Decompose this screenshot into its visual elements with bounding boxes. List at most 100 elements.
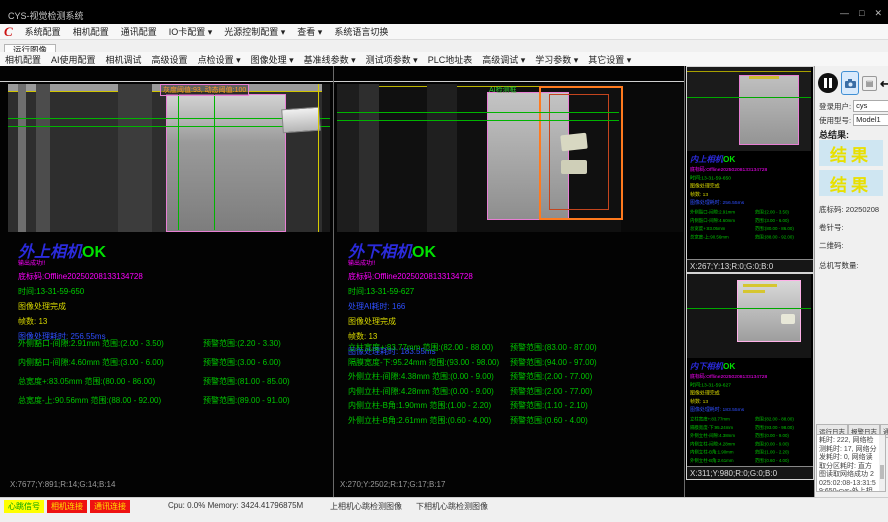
- measurement-value: 隔膜宽度-下:95.24mm 范围:(93.00 - 98.00): [348, 357, 510, 368]
- toolbar-item[interactable]: PLC地址表: [423, 53, 478, 66]
- toolbar-item[interactable]: 图像处理 ▾: [246, 53, 299, 66]
- close-button[interactable]: ✕: [874, 8, 882, 19]
- ai-time-line: 处理AI耗时: 166: [348, 301, 668, 312]
- minimize-button[interactable]: —: [840, 8, 849, 19]
- menu-item[interactable]: 系统语言切换: [328, 25, 394, 38]
- undo-button[interactable]: ↩: [880, 77, 888, 90]
- barcode-info: 底标码: 20250208: [819, 204, 879, 215]
- log-scrollbar[interactable]: [879, 435, 885, 491]
- divider: [0, 81, 684, 82]
- scrollbar-thumb[interactable]: [880, 465, 884, 479]
- mini-info-line: 时间:13-31-59-650: [690, 174, 810, 181]
- status-badge: 心跳信号: [4, 500, 44, 513]
- toolbar-item[interactable]: 学习参数 ▾: [530, 53, 583, 66]
- measurement-row: 外侧立柱-间隙:4.38mm 范围:(0.00 - 9.00) 预警范围:(2.…: [348, 371, 597, 382]
- measure-line: [687, 97, 811, 98]
- upper-camera-heartbeat-link[interactable]: 上相机心跳检测图像: [330, 501, 402, 512]
- count-label: 总机写数量:: [819, 260, 859, 271]
- image-artifact: [118, 84, 152, 232]
- maximize-button[interactable]: □: [859, 8, 864, 19]
- snapshot-button[interactable]: ▤: [862, 76, 877, 91]
- warning-range: 预警范围:(3.00 - 6.00): [203, 357, 281, 368]
- menu-item[interactable]: 系统配置: [19, 25, 67, 38]
- measurement-row: 内侧立柱-间隙:4.28mm 范围:(0.00 - 9.00): [690, 441, 810, 447]
- measurement-row: 外侧豁口-间隙:2.91mm 范围:(2.00 - 3.50): [690, 209, 810, 215]
- camera-view-inner-lower[interactable]: 内下相机OK 底标码:Offline20250208133134728时间:13…: [686, 273, 814, 480]
- camera-view-outer-upper[interactable]: 灰度阈值:93, 动态阈值:100: [8, 84, 330, 232]
- toolbar-item[interactable]: 高级调试 ▾: [477, 53, 530, 66]
- overlay-text-mark: [749, 76, 779, 79]
- toolbar-item[interactable]: 相机配置: [0, 53, 46, 66]
- undo-arrow-icon: ↩: [880, 76, 888, 91]
- measurement-row: 总宽度-上:90.56mm 范围:(88.00 - 92.00): [690, 234, 810, 240]
- app-logo-icon: C: [4, 24, 13, 40]
- mini-result-block: 内下相机OK 底标码:Offline20250208133134728时间:13…: [690, 360, 810, 466]
- measure-line: [178, 94, 179, 230]
- measurement-row: 外侧立柱-B角:2.61mm 范围:(0.60 - 4.00): [690, 457, 810, 463]
- menu-bar: C 系统配置相机配置通讯配置IO卡配置 ▾光源控制配置 ▾查看 ▾系统语言切换: [0, 24, 888, 40]
- cursor-coord-inner-upper: X:267;Y:13;R:0;G:0;B:0: [687, 259, 813, 272]
- measurement-row: 内侧立柱-B角:1.90mm 范围:(1.00 - 2.20) 预警范围:(1.…: [348, 400, 597, 411]
- needle-label: 卷针号:: [819, 222, 844, 233]
- measurement-value: 外侧豁口-间隙:2.91mm 范围:(2.00 - 3.50): [18, 338, 203, 349]
- toolbar-item[interactable]: 相机调试: [101, 53, 147, 66]
- toolbar-item[interactable]: 测试项参数 ▾: [361, 53, 423, 66]
- measurement-row: 隔膜宽度-下:95.24mm 范围:(93.00 - 98.00) 预警范围:(…: [348, 357, 597, 368]
- menu-item[interactable]: 通讯配置: [115, 25, 163, 38]
- warning-range: 预警范围:(2.00 - 77.00): [510, 371, 592, 382]
- title-bar: CYS-视觉检测系统 — □ ✕: [0, 0, 888, 24]
- qr-label: 二维码:: [819, 240, 844, 251]
- measurement-value: 内侧豁口-间隙:4.60mm 范围:(3.00 - 6.00): [18, 357, 203, 368]
- pause-button[interactable]: [818, 73, 838, 93]
- measurement-row: 隔膜宽度-下:95.24mm 范围:(93.00 - 98.00): [690, 424, 810, 430]
- measurement-row: 外侧立柱-B角:2.61mm 范围:(0.60 - 4.00) 预警范围:(0.…: [348, 415, 597, 426]
- result-block-outer-lower: 外下相机OK 输出成功!! 底标码:Offline202502081331347…: [348, 246, 668, 357]
- camera-button[interactable]: [841, 71, 859, 95]
- overlay-text-mark: [743, 290, 765, 293]
- mini-info-line: 底标码:Offline20250208133134728: [690, 373, 810, 380]
- frames-line: 帧数: 13: [348, 331, 668, 342]
- connector-part: [281, 107, 321, 134]
- menu-item[interactable]: 查看 ▾: [291, 25, 328, 38]
- mini-info-line: 帧数: 13: [690, 190, 810, 197]
- toolbar-item[interactable]: 其它设置 ▾: [583, 53, 636, 66]
- toolbar-item[interactable]: 高级设置: [147, 53, 193, 66]
- cursor-coord-middle: X:270;Y:2502;R:17;G:17;B:17: [340, 480, 445, 489]
- login-user-label: 登录用户:: [819, 101, 851, 112]
- measurement-value: 总宽度+:83.05mm 范围:(80.00 - 86.00): [18, 376, 203, 387]
- warning-range: 预警范围:(2.20 - 3.30): [203, 338, 281, 349]
- toolbar-item[interactable]: 点检设置 ▾: [193, 53, 246, 66]
- warning-range: 预警范围:(1.10 - 2.10): [510, 400, 588, 411]
- measurement-value: 内侧立柱-间隙:4.28mm 范围:(0.00 - 9.00): [348, 386, 510, 397]
- log-text: 耗时: 222, 网络检测耗时: 17, 网络分发耗时: 0, 网络读取分区耗时…: [817, 435, 885, 492]
- measurement-value: 外侧立柱-B角:2.61mm 范围:(0.60 - 4.00): [348, 415, 510, 426]
- measurement-value: 外侧立柱-间隙:4.38mm 范围:(0.00 - 9.00): [348, 371, 510, 382]
- toolbar-item[interactable]: AI使用配置: [46, 53, 101, 66]
- result-block-outer-upper: 外上相机OK 输出成功!! 底标码:Offline202502081331347…: [18, 246, 338, 342]
- menu-item[interactable]: 光源控制配置 ▾: [218, 25, 291, 38]
- lower-camera-heartbeat-link[interactable]: 下相机心跳检测图像: [416, 501, 488, 512]
- model-field[interactable]: Model1: [853, 114, 888, 126]
- image-artifact: [337, 84, 359, 232]
- result-box-upper: 结果: [819, 140, 883, 166]
- warning-range: 预警范围:(81.00 - 85.00): [203, 376, 290, 387]
- status-bar: 心跳信号相机连接通讯连接 Cpu: 0.0% Memory: 3424.4179…: [0, 497, 888, 522]
- camera-view-outer-lower[interactable]: AI检测框: [337, 84, 683, 232]
- menu-item[interactable]: 相机配置: [67, 25, 115, 38]
- mini-info-line: 图像处理耗时: 256.55ms: [690, 199, 810, 206]
- result-box-lower: 结果: [819, 170, 883, 196]
- cursor-coord-left: X:7677;Y:891;R:14;G:14;B:14: [10, 480, 115, 489]
- measurement-value: 立柱宽度+:83.77mm 范围:(82.00 - 88.00): [348, 342, 510, 353]
- baseline-yellow: [687, 71, 811, 72]
- camera-view-inner-upper[interactable]: 内上相机OK 底标码:Offline20250208133134728时间:13…: [686, 66, 814, 273]
- measurement-rows: 外侧豁口-间隙:2.91mm 范围:(2.00 - 3.50) 预警范围:(2.…: [18, 338, 290, 414]
- menu-item[interactable]: IO卡配置 ▾: [163, 25, 219, 38]
- toolbar-item[interactable]: 基准线参数 ▾: [299, 53, 361, 66]
- mini-info-line: 帧数: 13: [690, 397, 810, 404]
- login-user-field[interactable]: cys: [853, 100, 888, 112]
- image-icon: ▤: [866, 79, 874, 88]
- mini-image: [687, 67, 811, 151]
- camera-icon: [845, 79, 856, 88]
- bright-part: [781, 314, 795, 324]
- warning-range: 预警范围:(83.00 - 87.00): [510, 342, 597, 353]
